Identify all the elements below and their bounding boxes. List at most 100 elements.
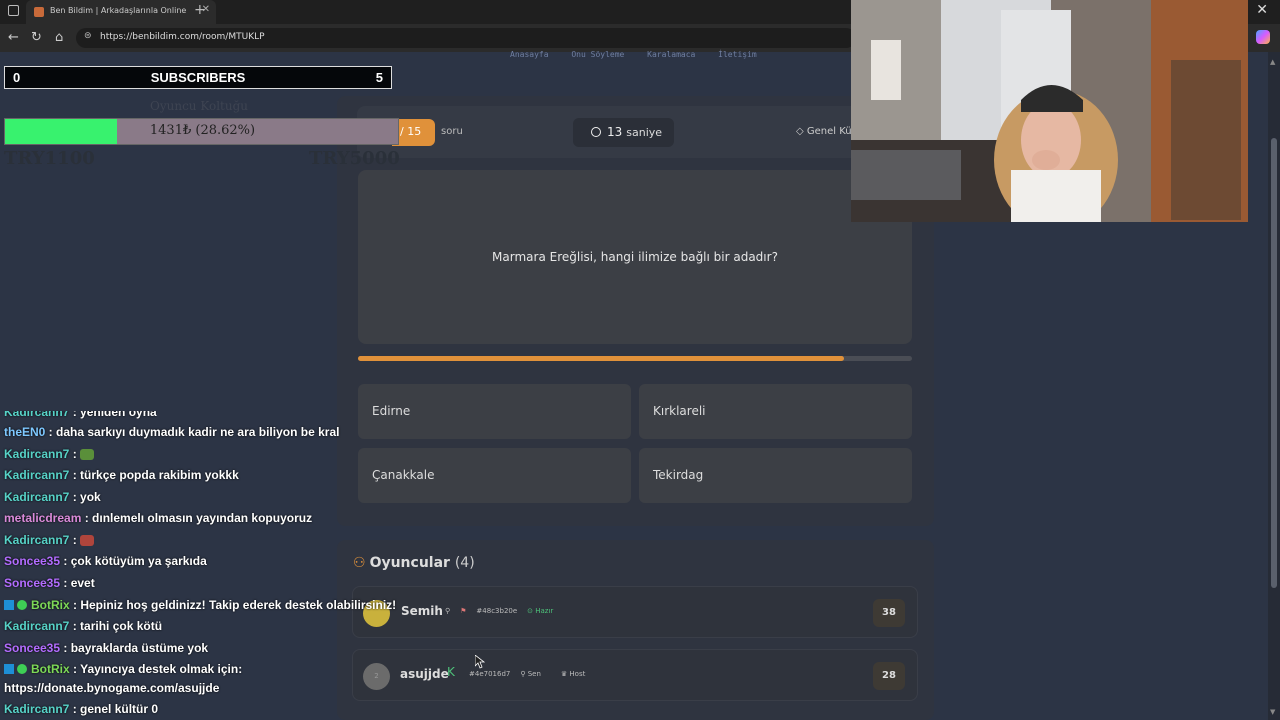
- chat-username: theEN0: [4, 425, 46, 439]
- donation-goal-max: TRY5000: [309, 148, 400, 169]
- you-tag: ⚲ Sen: [520, 670, 541, 678]
- answer-option-2[interactable]: Kırklareli: [639, 384, 912, 439]
- chat-message: metalicdream : dınlemelı olmasın yayında…: [4, 511, 312, 525]
- chat-username: Soncee35: [4, 554, 61, 568]
- bot-badge-icon: [4, 600, 14, 610]
- site-info-icon[interactable]: ⊜: [84, 31, 92, 41]
- chat-text: : yok: [69, 490, 101, 504]
- chat-message: Kadircann7 : türkçe popda rakibim yokkk: [4, 468, 239, 482]
- chat-message: Kadircann7 : yeniden oyna: [4, 405, 157, 419]
- answer-option-4[interactable]: Tekirdag: [639, 448, 912, 503]
- chat-text: :: [69, 533, 81, 547]
- donation-goal-bar: 1431₺ (28.62%): [4, 118, 399, 145]
- tag-icon: ◇: [796, 126, 807, 137]
- category-label: Genel Kül: [806, 126, 855, 137]
- subs-start: 0: [13, 70, 21, 85]
- chat-text: : evet: [60, 576, 95, 590]
- donation-goal-text: 1431₺ (28.62%): [149, 123, 256, 138]
- donation-goal-title: Oyuncu Koltuğu: [150, 99, 249, 113]
- emote-icon: [80, 449, 95, 460]
- chat-username: Kadircann7: [4, 533, 70, 547]
- timer: 13 saniye: [573, 118, 674, 147]
- chat-text: : yeniden oyna: [69, 405, 157, 419]
- chat-text: : türkçe popda rakibim yokkk: [69, 468, 239, 482]
- nav-home[interactable]: Anasayfa: [510, 50, 549, 59]
- chat-text: : genel kültür 0: [69, 702, 159, 716]
- chat-username: Kadircann7: [4, 468, 70, 482]
- chat-text: : daha sarkıyı duymadık kadir ne ara bil…: [45, 425, 340, 439]
- chat-text: : bayraklarda üstüme yok: [60, 641, 209, 655]
- chat-message: Soncee35 : çok kötüyüm ya şarkıda: [4, 554, 207, 568]
- chat-message: Kadircann7 : genel kültür 0: [4, 702, 158, 716]
- chat-message: Soncee35 : bayraklarda üstüme yok: [4, 641, 208, 655]
- chat-username: BotRix: [31, 662, 70, 676]
- reload-icon[interactable]: ↻: [31, 30, 42, 45]
- chat-username: Soncee35: [4, 576, 61, 590]
- kick-icon[interactable]: ⚑: [460, 607, 466, 615]
- webcam-image: [851, 0, 1248, 222]
- scrollbar-thumb[interactable]: [1271, 138, 1277, 588]
- chat-message: Kadircann7 : tarihi çok kötü: [4, 619, 162, 633]
- host-label: Host: [569, 670, 586, 678]
- player-row: 2 asujjde K #4e7016d7 ⚲ Sen ♛ Host 28: [352, 649, 918, 701]
- host-tag: ♛ Host: [560, 670, 586, 678]
- platform-icon: K: [447, 665, 455, 679]
- chat-username: Kadircann7: [4, 405, 70, 419]
- verified-icon: [17, 664, 27, 674]
- chat-username: Kadircann7: [4, 702, 70, 716]
- new-tab-icon[interactable]: +: [194, 2, 206, 18]
- chat-message: BotRix : Hepiniz hoş geldinizz! Takip ed…: [4, 598, 396, 612]
- chat-message: Kadircann7 :: [4, 533, 95, 547]
- timer-value: 13: [607, 125, 623, 139]
- home-icon[interactable]: ⌂: [55, 30, 63, 45]
- bot-badge-icon: [4, 664, 14, 674]
- player-name: asujjde: [400, 667, 449, 681]
- chat-overlay: Kadircann7 : yeniden oyna theEN0 : daha s…: [0, 400, 400, 720]
- verified-icon: [17, 600, 27, 610]
- nav-iletisim[interactable]: İletişim: [718, 50, 757, 59]
- chat-text: https://donate.bynogame.com/asujjde: [4, 681, 220, 695]
- nav-karalamaca[interactable]: Karalamaca: [647, 50, 695, 59]
- page-scrollbar[interactable]: ▲ ▼: [1268, 52, 1280, 720]
- back-icon[interactable]: ←: [8, 30, 19, 45]
- player-score: 38: [873, 599, 905, 627]
- copilot-icon[interactable]: [1256, 30, 1270, 44]
- subs-goal: 5: [375, 70, 383, 85]
- timer-unit: saniye: [626, 126, 663, 139]
- ready-status: ⊙ Hazır: [527, 607, 554, 615]
- chat-text: : Hepiniz hoş geldinizz! Takip ederek de…: [69, 598, 397, 612]
- player-name: Semih: [401, 604, 443, 618]
- chat-message: Kadircann7 : yok: [4, 490, 101, 504]
- player-score: 28: [873, 662, 905, 690]
- chat-message: https://donate.bynogame.com/asujjde: [4, 681, 219, 695]
- tab-actions-icon[interactable]: [8, 5, 19, 16]
- chat-username: Soncee35: [4, 641, 61, 655]
- subs-label: SUBSCRIBERS: [150, 70, 246, 85]
- donation-goal-min: TRY1100: [4, 148, 95, 169]
- subscriber-counter: SUBSCRIBERS 0 5: [4, 66, 392, 89]
- question-text: Marmara Ereğlisi, hangi ilimize bağlı bi…: [492, 250, 778, 264]
- favicon-icon: [34, 7, 44, 17]
- chat-message: theEN0 : daha sarkıyı duymadık kadir ne …: [4, 425, 339, 439]
- chat-username: Kadircann7: [4, 490, 70, 504]
- window-close-icon[interactable]: ✕: [1256, 2, 1268, 18]
- scroll-down-icon[interactable]: ▼: [1270, 708, 1275, 716]
- chat-message: Kadircann7 :: [4, 447, 95, 461]
- clock-icon: [591, 127, 601, 137]
- chat-text: : Yayıncıya destek olmak için:: [69, 662, 243, 676]
- emote-icon: [80, 535, 95, 546]
- you-label: Sen: [527, 670, 541, 678]
- webcam-feed: [851, 0, 1248, 222]
- nav-onu-soyleme[interactable]: Onu Söyleme: [571, 50, 624, 59]
- ready-label: Hazır: [535, 607, 554, 615]
- players-count: (4): [454, 555, 475, 571]
- chat-username: metalicdream: [4, 511, 82, 525]
- time-progress-fill: [358, 356, 844, 361]
- category-tag: ◇ Genel Kül: [796, 126, 854, 137]
- url-field[interactable]: ⊜ https://benbildim.com/room/MTUKLP: [76, 28, 856, 48]
- user-icon: ⚲: [445, 607, 451, 615]
- scroll-up-icon[interactable]: ▲: [1270, 58, 1275, 66]
- chat-text: : tarihi çok kötü: [69, 619, 163, 633]
- player-id: #4e7016d7: [469, 670, 511, 678]
- browser-tab[interactable]: Ben Bildim | Arkadaşlarınla Online ✕: [26, 0, 216, 24]
